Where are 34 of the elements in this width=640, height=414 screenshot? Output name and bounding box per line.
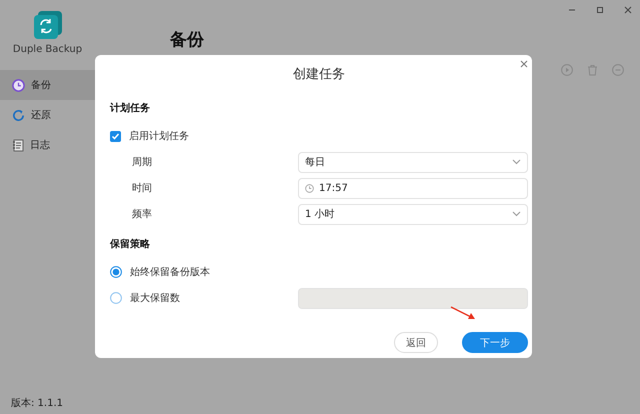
time-field[interactable]: 17:57 xyxy=(298,178,528,198)
app-name: Duple Backup xyxy=(12,44,82,55)
version-label: 版本: 1.1.1 xyxy=(11,396,64,410)
dialog-title: 创建任务 xyxy=(293,66,345,83)
section-title: 计划任务 xyxy=(110,102,151,115)
close-icon[interactable] xyxy=(520,60,528,68)
section-title: 保留策略 xyxy=(110,238,151,251)
sidebar-item[interactable]: 日志 xyxy=(0,130,95,160)
chevron-down-icon xyxy=(512,159,521,165)
dropdown[interactable]: 1 小时 xyxy=(298,204,528,224)
field-label: 周期 xyxy=(132,156,153,169)
chevron-down-icon xyxy=(512,211,521,217)
annotation-arrow-icon xyxy=(450,306,476,320)
sidebar-item[interactable]: 备份 xyxy=(0,70,95,100)
back-button[interactable]: 返回 xyxy=(394,332,438,353)
refresh-icon xyxy=(12,108,25,122)
page-title: 备份 xyxy=(170,29,205,51)
app-logo-icon xyxy=(32,10,62,40)
checkbox-label: 启用计划任务 xyxy=(129,130,189,143)
clock-icon xyxy=(305,184,314,192)
radio-label: 最大保留数 xyxy=(130,292,180,305)
close-icon[interactable] xyxy=(624,6,632,14)
radio-label: 始终保留备份版本 xyxy=(130,266,210,279)
radio-button[interactable] xyxy=(110,292,122,304)
sidebar-item[interactable]: 还原 xyxy=(0,100,95,130)
next-button[interactable]: 下一步 xyxy=(462,332,528,353)
field-label: 时间 xyxy=(132,182,153,195)
field-label: 频率 xyxy=(132,208,153,221)
dropdown[interactable]: 每日 xyxy=(298,152,528,172)
checkbox[interactable] xyxy=(110,130,121,142)
clock-icon xyxy=(12,78,25,92)
maximize-icon[interactable] xyxy=(596,6,604,14)
radio-button[interactable] xyxy=(110,266,122,278)
notebook-icon xyxy=(12,138,24,152)
